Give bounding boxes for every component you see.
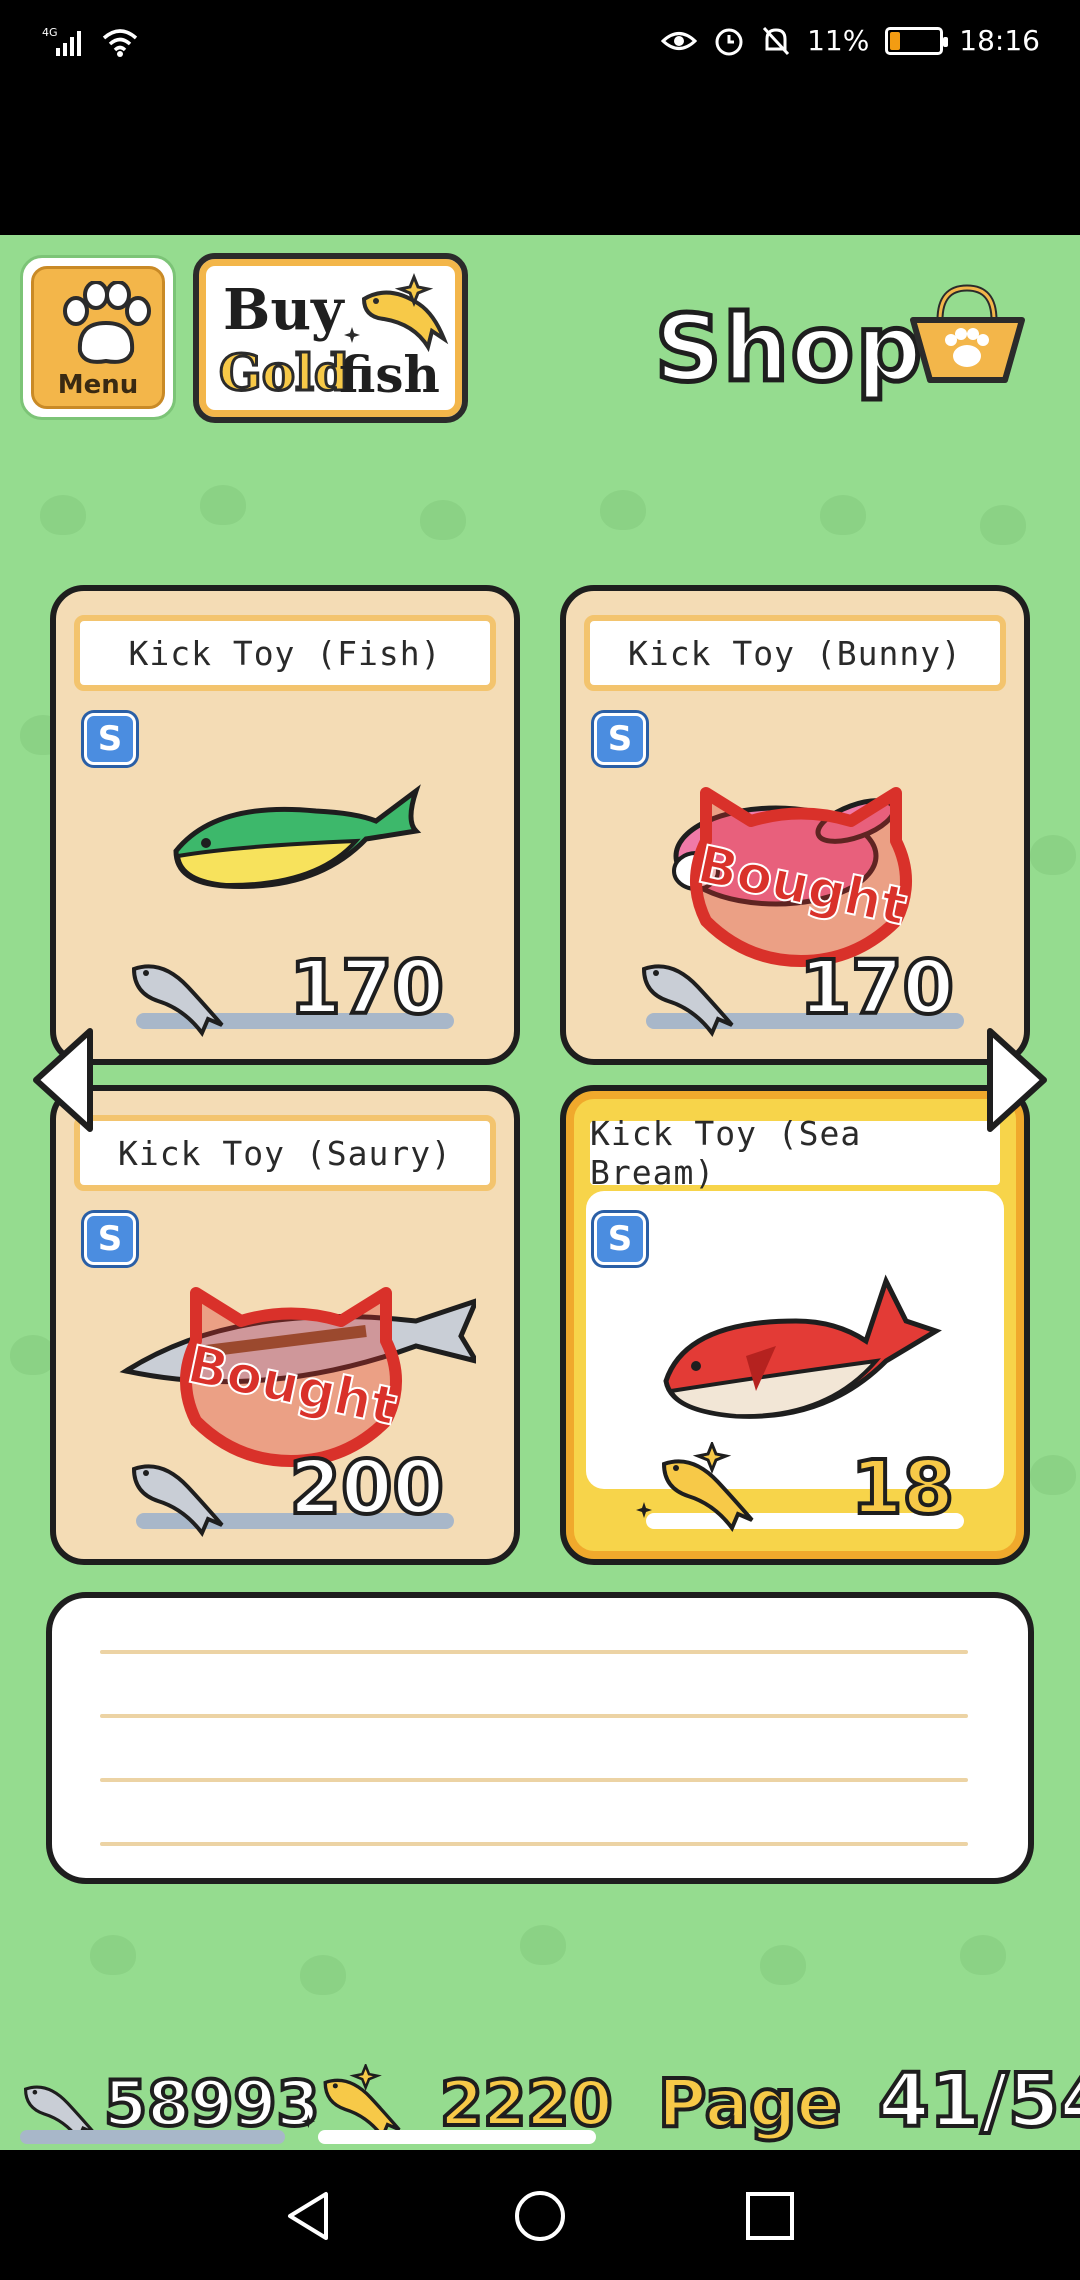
- shop-item-card[interactable]: Kick Toy (Saury) S Bought 200: [50, 1085, 520, 1565]
- shop-screen: Menu Buy Gold fish Shop Kick Toy (Fish) …: [0, 235, 1080, 2150]
- size-badge: S: [84, 713, 136, 765]
- item-name: Kick Toy (Bunny): [584, 615, 1006, 691]
- gold-fish-icon: [636, 1442, 754, 1532]
- size-badge: S: [594, 713, 646, 765]
- mute-icon: [761, 25, 791, 57]
- price-row: 18: [636, 1442, 964, 1537]
- item-name: Kick Toy (Sea Bream): [584, 1114, 1006, 1192]
- back-icon[interactable]: [282, 2188, 338, 2244]
- sea-bream-toy-image: [663, 1274, 942, 1419]
- eye-icon: [661, 28, 698, 54]
- signal-icon: 4G: [42, 26, 90, 58]
- bottom-bar: 58993 2220 Page 41/54: [0, 2055, 1080, 2150]
- item-description-box: [46, 1592, 1034, 1884]
- battery-icon: [885, 26, 949, 55]
- page-label: Page: [656, 2063, 843, 2144]
- page-indicator: 41/54: [876, 2056, 1080, 2146]
- gold-fish-icon: [344, 272, 449, 353]
- recents-icon[interactable]: [742, 2188, 798, 2244]
- gold-balance: 2220: [438, 2065, 615, 2142]
- gold-label: Gold: [217, 342, 350, 404]
- item-price: 170: [798, 943, 956, 1033]
- price-row: 200: [126, 1443, 454, 1537]
- silver-fish-icon: [131, 1464, 224, 1537]
- basket-icon: [910, 284, 1025, 383]
- battery-percent: 11%: [807, 24, 870, 57]
- fish-toy-image: [173, 784, 422, 889]
- paw-icon: [63, 281, 151, 364]
- next-page-arrow[interactable]: [982, 1025, 1052, 1135]
- buy-label: Buy: [223, 277, 344, 343]
- item-price: 18: [849, 1443, 956, 1533]
- buy-goldfish-button[interactable]: Buy Gold fish: [193, 253, 468, 423]
- shop-item-card[interactable]: Kick Toy (Fish) S 170: [50, 585, 520, 1065]
- status-bar: 4G 11% 18:16: [0, 0, 1080, 90]
- size-badge: S: [594, 1213, 646, 1265]
- size-badge: S: [84, 1213, 136, 1265]
- silver-fish-icon: [131, 964, 224, 1037]
- bought-stamp: Bought: [690, 787, 913, 967]
- silver-balance: 58993: [102, 2065, 322, 2142]
- wifi-icon: [100, 26, 140, 58]
- shop-item-card-selected[interactable]: Kick Toy (Sea Bream) S 18: [560, 1085, 1030, 1565]
- svg-text:4G: 4G: [42, 26, 58, 39]
- price-row: 170: [126, 943, 454, 1037]
- menu-label: Menu: [57, 370, 139, 400]
- item-name: Kick Toy (Fish): [74, 615, 496, 691]
- shop-item-card[interactable]: Kick Toy (Bunny) S Bought 170: [560, 585, 1030, 1065]
- menu-button[interactable]: Menu: [20, 255, 176, 420]
- item-price: 200: [288, 1443, 446, 1533]
- prev-page-arrow[interactable]: [28, 1025, 98, 1135]
- alarm-icon: [713, 25, 745, 57]
- system-nav-bar: [0, 2150, 1080, 2280]
- silver-fish-icon: [641, 964, 734, 1037]
- price-row: 170: [636, 943, 964, 1037]
- clock: 18:16: [959, 24, 1040, 57]
- item-price: 170: [288, 943, 446, 1033]
- item-name: Kick Toy (Saury): [74, 1115, 496, 1191]
- bought-stamp: Bought: [180, 1287, 403, 1467]
- home-icon[interactable]: [512, 2188, 568, 2244]
- page-title: Shop: [653, 293, 925, 405]
